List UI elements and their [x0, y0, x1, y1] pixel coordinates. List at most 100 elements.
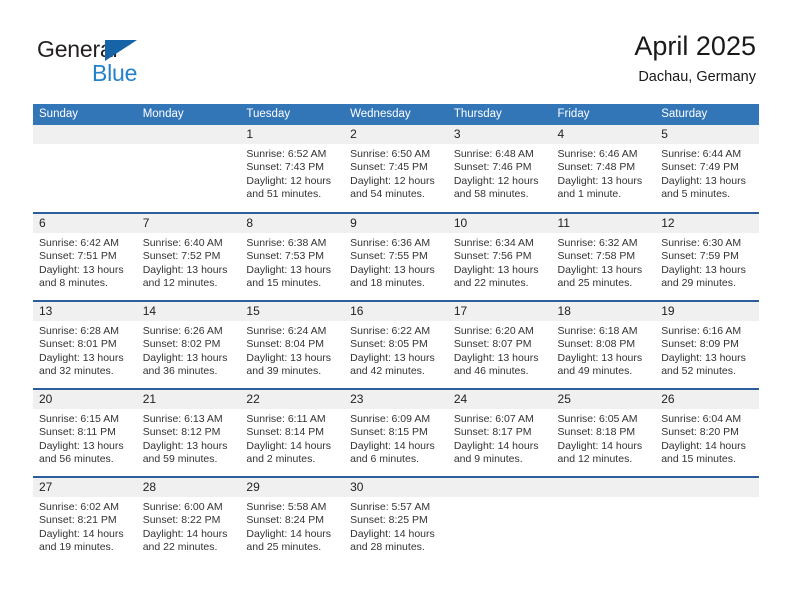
day-detail-line: Sunrise: 6:20 AM: [453, 325, 534, 337]
day-detail-line: Sunrise: 6:42 AM: [39, 237, 119, 249]
day-detail-line: Sunset: 8:04 PM: [246, 338, 325, 351]
day-cell[interactable]: 8 Sunrise: 6:38 AM Sunset: 7:53 PM Daylight…: [240, 212, 345, 301]
day-cell[interactable]: 16 Sunrise: 6:22 AM Sunset: 8:05 PM Dayligh…: [344, 300, 448, 389]
day-detail-line: and 15 minutes.: [246, 276, 322, 289]
day-details: Sunrise: 6:00 AM Sunset: 8:22 PM Daylight:…: [137, 497, 241, 554]
day-cell-inner: 9 Sunrise: 6:36 AM Sunset: 7:55 PM Daylight…: [344, 214, 448, 300]
day-details: Sunrise: 6:07 AM Sunset: 8:17 PM Daylight:…: [448, 409, 552, 466]
day-cell[interactable]: 9 Sunrise: 6:36 AM Sunset: 7:55 PM Daylight…: [344, 212, 448, 301]
day-detail-line: Sunrise: 6:13 AM: [142, 413, 223, 425]
day-detail-line: and 49 minutes.: [557, 364, 633, 377]
day-cell[interactable]: 30 Sunrise: 5:57 AM Sunset: 8:25 PM Dayligh…: [344, 476, 448, 565]
day-details: [448, 497, 552, 501]
day-cell[interactable]: 7 Sunrise: 6:40 AM Sunset: 7:52 PM Daylight…: [136, 212, 241, 301]
day-cell[interactable]: 12 Sunrise: 6:30 AM Sunset: 7:59 PM Dayligh…: [655, 212, 759, 301]
day-detail-line: Sunset: 8:08 PM: [557, 338, 636, 351]
day-cell-inner: 23 Sunrise: 6:09 AM Sunset: 8:15 PM Dayligh…: [344, 390, 448, 476]
day-cell-inner: 28 Sunrise: 6:00 AM Sunset: 8:22 PM Dayligh…: [136, 478, 241, 564]
title-block: April 2025 Dachau, Germany: [634, 30, 756, 86]
day-detail-line: Sunrise: 6:18 AM: [557, 325, 638, 337]
day-cell[interactable]: 10 Sunrise: 6:34 AM Sunset: 7:56 PM Dayligh…: [447, 212, 552, 301]
day-cell[interactable]: 25 Sunrise: 6:05 AM Sunset: 8:18 PM Dayligh…: [551, 388, 656, 477]
day-cell-empty: [551, 476, 656, 565]
day-cell[interactable]: 22 Sunrise: 6:11 AM Sunset: 8:14 PM Dayligh…: [240, 388, 345, 477]
day-number: 14: [136, 302, 241, 321]
day-detail-line: Sunset: 8:12 PM: [142, 426, 221, 439]
day-cell-inner: 7 Sunrise: 6:40 AM Sunset: 7:52 PM Daylight…: [136, 214, 241, 300]
dow-sunday: Sunday: [33, 104, 137, 125]
day-detail-line: Daylight: 14 hours: [350, 439, 435, 452]
day-cell[interactable]: 4 Sunrise: 6:46 AM Sunset: 7:48 PM Daylight…: [551, 125, 656, 213]
day-cell[interactable]: 28 Sunrise: 6:00 AM Sunset: 8:22 PM Dayligh…: [136, 476, 241, 565]
day-detail-line: and 56 minutes.: [39, 452, 114, 465]
day-details: Sunrise: 6:04 AM Sunset: 8:20 PM Daylight:…: [655, 409, 759, 466]
day-detail-line: Sunrise: 6:07 AM: [453, 413, 534, 425]
day-cell[interactable]: 3 Sunrise: 6:48 AM Sunset: 7:46 PM Daylight…: [447, 125, 552, 213]
day-details: Sunrise: 6:44 AM Sunset: 7:49 PM Daylight:…: [655, 144, 759, 201]
day-detail-line: Sunset: 8:15 PM: [350, 426, 428, 439]
location-subtitle: Dachau, Germany: [638, 69, 756, 85]
day-cell[interactable]: 14 Sunrise: 6:26 AM Sunset: 8:02 PM Dayligh…: [136, 300, 241, 389]
day-detail-line: and 51 minutes.: [246, 187, 322, 200]
day-cell[interactable]: 21 Sunrise: 6:13 AM Sunset: 8:12 PM Dayligh…: [136, 388, 241, 477]
day-cell[interactable]: 11 Sunrise: 6:32 AM Sunset: 7:58 PM Dayligh…: [551, 212, 656, 301]
day-detail-line: Sunset: 8:20 PM: [661, 426, 739, 439]
day-cell[interactable]: 27 Sunrise: 6:02 AM Sunset: 8:21 PM Dayligh…: [33, 476, 137, 565]
day-detail-line: Sunrise: 6:34 AM: [453, 237, 534, 249]
day-detail-line: Daylight: 13 hours: [142, 439, 228, 452]
day-number: 11: [551, 214, 656, 233]
day-details: Sunrise: 6:30 AM Sunset: 7:59 PM Daylight:…: [655, 233, 759, 290]
day-details: Sunrise: 6:52 AM Sunset: 7:43 PM Daylight:…: [240, 144, 344, 201]
day-cell[interactable]: 6 Sunrise: 6:42 AM Sunset: 7:51 PM Daylight…: [33, 212, 137, 301]
day-detail-line: Sunrise: 6:15 AM: [39, 413, 119, 425]
day-detail-line: Sunset: 8:02 PM: [142, 338, 221, 351]
week-row: 27 Sunrise: 6:02 AM Sunset: 8:21 PM Dayligh…: [33, 476, 759, 565]
day-detail-line: Sunset: 7:55 PM: [350, 250, 428, 263]
week-row: 1 Sunrise: 6:52 AM Sunset: 7:43 PM Daylight…: [33, 125, 759, 213]
brand-logo[interactable]: General Blue: [37, 36, 237, 88]
day-number: 30: [344, 478, 448, 497]
day-detail-line: Daylight: 14 hours: [246, 527, 332, 540]
day-of-week-header-row: Sunday Monday Tuesday Wednesday Thursday…: [33, 104, 759, 125]
day-details: Sunrise: 6:02 AM Sunset: 8:21 PM Daylight:…: [33, 497, 137, 554]
day-detail-line: and 25 minutes.: [557, 276, 633, 289]
week-row: 20 Sunrise: 6:15 AM Sunset: 8:11 PM Dayligh…: [33, 388, 759, 477]
day-detail-line: Daylight: 13 hours: [39, 439, 124, 452]
day-cell[interactable]: 18 Sunrise: 6:18 AM Sunset: 8:08 PM Dayligh…: [551, 300, 656, 389]
day-cell[interactable]: 13 Sunrise: 6:28 AM Sunset: 8:01 PM Dayligh…: [33, 300, 137, 389]
day-detail-line: and 36 minutes.: [142, 364, 218, 377]
day-detail-line: and 1 minute.: [557, 187, 622, 200]
day-details: Sunrise: 6:09 AM Sunset: 8:15 PM Daylight:…: [344, 409, 448, 466]
day-cell[interactable]: 20 Sunrise: 6:15 AM Sunset: 8:11 PM Dayligh…: [33, 388, 137, 477]
day-number: [655, 478, 759, 497]
day-number: 25: [551, 390, 656, 409]
day-detail-line: Sunset: 8:09 PM: [661, 338, 739, 351]
day-detail-line: and 9 minutes.: [453, 452, 523, 465]
day-cell-inner: 12 Sunrise: 6:30 AM Sunset: 7:59 PM Dayligh…: [655, 214, 759, 300]
day-cell[interactable]: 19 Sunrise: 6:16 AM Sunset: 8:09 PM Dayligh…: [655, 300, 759, 389]
day-detail-line: Sunrise: 6:46 AM: [557, 148, 638, 160]
day-detail-line: Sunrise: 6:50 AM: [350, 148, 431, 160]
day-detail-line: Daylight: 13 hours: [39, 263, 124, 276]
day-cell[interactable]: 2 Sunrise: 6:50 AM Sunset: 7:45 PM Daylight…: [344, 125, 448, 213]
day-cell[interactable]: 23 Sunrise: 6:09 AM Sunset: 8:15 PM Dayligh…: [344, 388, 448, 477]
day-detail-line: and 29 minutes.: [661, 276, 736, 289]
day-details: Sunrise: 5:57 AM Sunset: 8:25 PM Daylight:…: [344, 497, 448, 554]
day-cell[interactable]: 17 Sunrise: 6:20 AM Sunset: 8:07 PM Dayligh…: [447, 300, 552, 389]
day-number: [551, 478, 656, 497]
day-cell[interactable]: 26 Sunrise: 6:04 AM Sunset: 8:20 PM Dayligh…: [655, 388, 759, 477]
day-cell[interactable]: 24 Sunrise: 6:07 AM Sunset: 8:17 PM Dayligh…: [447, 388, 552, 477]
day-cell-inner: [551, 478, 656, 564]
day-detail-line: and 12 minutes.: [142, 276, 218, 289]
day-number: 13: [33, 302, 137, 321]
day-number: 18: [551, 302, 656, 321]
day-details: [33, 144, 137, 148]
day-cell-inner: 11 Sunrise: 6:32 AM Sunset: 7:58 PM Dayligh…: [551, 214, 656, 300]
day-details: Sunrise: 6:11 AM Sunset: 8:14 PM Daylight:…: [240, 409, 344, 466]
dow-wednesday: Wednesday: [344, 104, 448, 125]
day-cell[interactable]: 29 Sunrise: 5:58 AM Sunset: 8:24 PM Dayligh…: [240, 476, 345, 565]
day-cell[interactable]: 5 Sunrise: 6:44 AM Sunset: 7:49 PM Daylight…: [655, 125, 759, 213]
day-cell[interactable]: 15 Sunrise: 6:24 AM Sunset: 8:04 PM Dayligh…: [240, 300, 345, 389]
day-cell[interactable]: 1 Sunrise: 6:52 AM Sunset: 7:43 PM Daylight…: [240, 125, 345, 213]
day-cell-inner: 1 Sunrise: 6:52 AM Sunset: 7:43 PM Daylight…: [240, 125, 345, 211]
